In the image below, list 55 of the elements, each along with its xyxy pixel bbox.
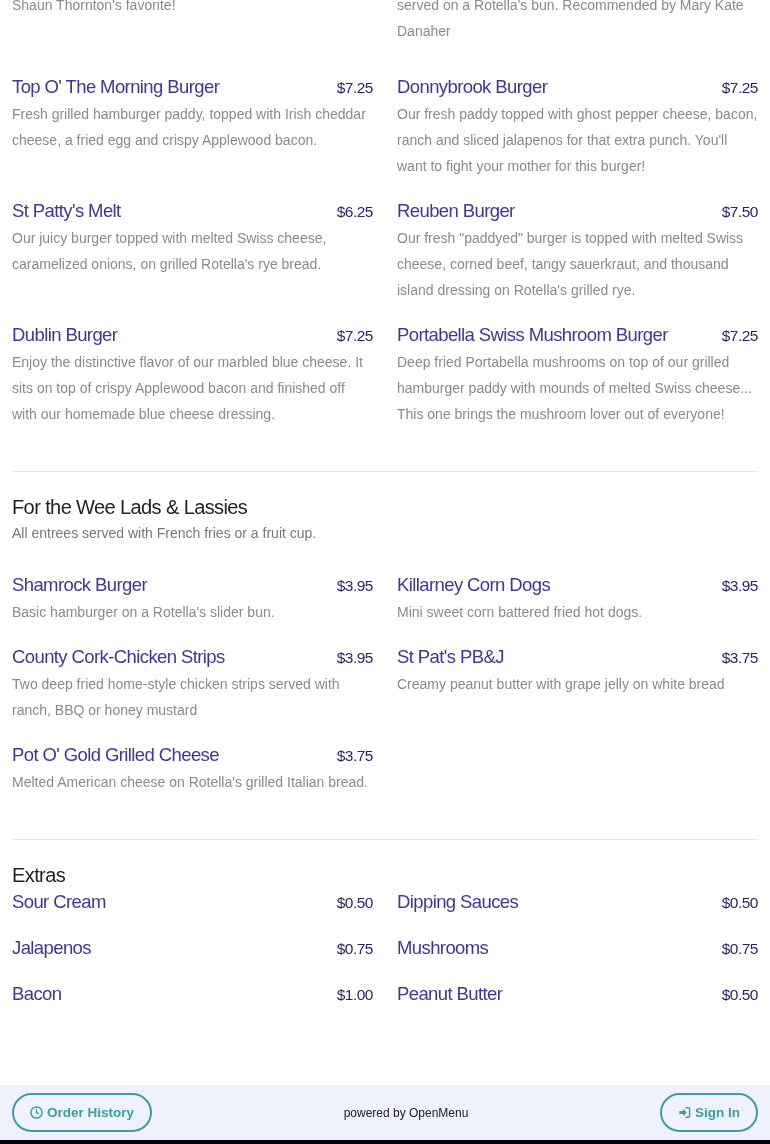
item-name: Killarney Corn Dogs	[397, 573, 551, 597]
item-price: $3.95	[336, 576, 373, 596]
item-description: Mini sweet corn battered fried hot dogs.	[397, 603, 644, 622]
item-name: St Pat's PB&J	[397, 645, 504, 669]
item-price: $3.75	[721, 648, 758, 668]
item-name: Dublin Burger	[12, 323, 118, 347]
item-description: Two deep fried home-style chicken strips served with ranch, BBQ or honey mustard	[12, 675, 341, 720]
item-name: Top O' The Morning Burger	[12, 75, 220, 99]
section-title: For the Wee Lads & Lassies	[12, 495, 249, 520]
item-name: Reuben Burger	[397, 199, 515, 223]
item-name: Bacon	[12, 982, 62, 1006]
item-name: Donnybrook Burger	[397, 75, 548, 99]
item-price: $7.25	[336, 326, 373, 346]
item-description: served on a Rotella's bun. Recommended by Mary Kate Danaher	[397, 0, 745, 41]
item-price: $6.25	[336, 202, 373, 222]
item-description: Deep fried Portabella mushrooms on top of our grilled hamburger paddy with mounds of melted Swiss cheese... This one brings the mushroom lover out of everyone!	[397, 353, 753, 424]
item-description: Enjoy the distinctive flavor of our marbled blue cheese. It sits on top of crispy Applewood bacon and finished off with our homemade blue cheese dressing.	[12, 353, 364, 424]
item-name: Sour Cream	[12, 890, 106, 914]
item-name: County Cork-Chicken Strips	[12, 645, 225, 669]
item-price: $7.25	[336, 78, 373, 98]
item-description: Shaun Thornton's favorite!	[12, 0, 177, 15]
item-name: Mushrooms	[397, 936, 489, 960]
item-description: Melted American cheese on Rotella's grilled Italian bread.	[12, 773, 369, 792]
sign-in-button[interactable]: Sign In	[660, 1093, 758, 1132]
item-price: $7.50	[721, 202, 758, 222]
item-name: Portabella Swiss Mushroom Burger	[397, 323, 668, 347]
item-description: Fresh grilled hamburger paddy, topped with Irish cheddar cheese, a fried egg and crispy Applewood bacon.	[12, 105, 367, 150]
item-name: Peanut Butter	[397, 982, 503, 1006]
item-description: Our fresh "paddyed" burger is topped with melted Swiss cheese, corned beef, tangy sauerkraut, and thousand island dressing on Rotella's grilled rye.	[397, 229, 745, 300]
item-price: $0.75	[721, 939, 758, 959]
item-price: $7.25	[721, 78, 758, 98]
item-name: Dipping Sauces	[397, 890, 519, 914]
item-price: $3.95	[336, 648, 373, 668]
sign-in-icon	[678, 1106, 691, 1119]
item-name: Jalapenos	[12, 936, 91, 960]
item-price: $0.50	[721, 893, 758, 913]
item-description: Basic hamburger on a Rotella's slider bun.	[12, 603, 276, 622]
item-price: $1.00	[336, 985, 373, 1005]
item-price: $3.75	[336, 746, 373, 766]
item-description: Our juicy burger topped with melted Swiss cheese, caramelized onions, on grilled Rotella's rye bread.	[12, 229, 328, 274]
item-price: $0.50	[721, 985, 758, 1005]
item-price: $0.75	[336, 939, 373, 959]
section-title: Extras	[12, 863, 67, 888]
item-name: Pot O' Gold Grilled Cheese	[12, 743, 219, 767]
clock-icon	[30, 1106, 43, 1119]
item-name: St Patty's Melt	[12, 199, 121, 223]
item-description: Creamy peanut butter with grape jelly on white bread	[397, 675, 726, 694]
powered-by-text: powered by OpenMenu	[343, 1105, 469, 1120]
item-price: $3.95	[721, 576, 758, 596]
item-description: Our fresh paddy topped with ghost pepper cheese, bacon, ranch and sliced jalapenos for that extra punch. You'll want to fight your mother for this burger!	[397, 105, 758, 176]
item-price: $0.50	[336, 893, 373, 913]
item-price: $7.25	[721, 326, 758, 346]
section-subtitle: All entrees served with French fries or a fruit cup.	[12, 524, 318, 543]
order-history-button[interactable]: Order History	[12, 1093, 153, 1132]
item-name: Shamrock Burger	[12, 573, 147, 597]
